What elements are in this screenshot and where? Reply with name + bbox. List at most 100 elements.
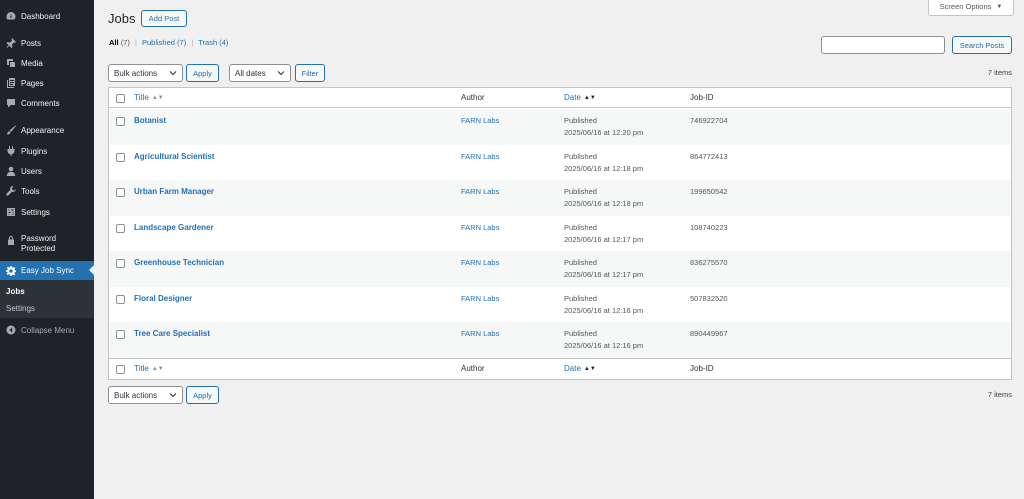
table-row: Landscape Gardener FARN Labs Published 2… [109,216,1011,252]
pin-icon [5,38,16,49]
sidebar-item-label: Pages [21,78,44,88]
search-input[interactable] [821,36,945,54]
dashboard-icon [5,11,16,22]
sort-desc-icon: ▲▼ [583,95,596,101]
column-title-header[interactable]: Title ▲▼ [134,93,164,102]
items-count-bottom: 7 items [987,390,1012,399]
author-link[interactable]: FARN Labs [461,294,499,303]
sidebar-item-users[interactable]: Users [0,162,94,180]
sidebar-item-plugins[interactable]: Plugins [0,142,94,160]
column-jobid-footer: Job-ID [690,364,714,373]
select-all-checkbox-footer[interactable] [116,365,125,374]
column-date-footer[interactable]: Date ▲▼ [564,364,596,373]
gear-icon [5,265,16,276]
sidebar-item-label: Easy Job Sync [21,266,74,275]
media-icon [5,58,16,69]
bulk-actions-select-top[interactable]: Bulk actions [108,64,183,82]
post-date: 2025/06/16 at 12:20 pm [564,128,644,137]
row-checkbox[interactable] [116,152,125,162]
job-title-link[interactable]: Tree Care Specialist [134,329,210,338]
view-trash-link[interactable]: Trash (4) [198,38,228,47]
brush-icon [5,125,16,136]
row-checkbox[interactable] [116,330,125,339]
submenu-item-jobs[interactable]: Jobs [6,287,25,296]
row-checkbox[interactable] [116,223,125,233]
job-title-link[interactable]: Landscape Gardener [134,223,214,232]
admin-sidebar: Dashboard Posts Media Pages Comments App… [0,0,94,499]
post-date: 2025/06/16 at 12:18 pm [564,163,644,173]
apply-button-bottom[interactable]: Apply [186,386,219,404]
sidebar-item-label: Posts [21,38,42,48]
collapse-menu-button[interactable]: Collapse Menu [0,321,94,339]
post-date: 2025/06/16 at 12:18 pm [564,199,644,208]
column-author-header: Author [461,93,485,102]
post-date: 2025/06/16 at 12:16 pm [564,341,644,350]
job-id: 199650542 [690,187,728,196]
separator: | [191,38,194,47]
table-row: Floral Designer FARN Labs Published 2025… [109,287,1011,323]
bulk-actions-select-bottom[interactable]: Bulk actions [108,386,183,404]
view-published-link[interactable]: Published (7) [142,38,186,47]
submenu-item-settings[interactable]: Settings [6,304,35,313]
author-link[interactable]: FARN Labs [461,329,499,338]
column-title-footer[interactable]: Title ▲▼ [134,364,164,373]
author-link[interactable]: FARN Labs [461,258,499,267]
job-title-link[interactable]: Greenhouse Technician [134,258,224,267]
sidebar-item-settings[interactable]: Settings [0,203,94,221]
select-all-checkbox[interactable] [116,94,125,103]
search-posts-button[interactable]: Search Posts [952,36,1012,54]
job-id: 890449967 [690,329,728,338]
row-checkbox[interactable] [116,188,125,197]
collapse-menu-label: Collapse Menu [21,325,75,335]
jobs-table: Title ▲▼ Author Date ▲▼ Job-ID Botanist FA… [108,87,1012,380]
author-link[interactable]: FARN Labs [461,223,499,232]
row-checkbox[interactable] [116,259,125,268]
wrench-icon [5,186,16,197]
post-status: Published [564,293,597,303]
column-date-header[interactable]: Date ▲▼ [564,93,596,102]
author-link[interactable]: FARN Labs [461,152,499,161]
job-title-link[interactable]: Urban Farm Manager [134,187,214,196]
job-id: 746922704 [690,116,728,125]
page-title: Jobs [108,11,136,26]
job-title-link[interactable]: Agricultural Scientist [134,152,214,161]
apply-button-top[interactable]: Apply [186,64,219,82]
job-id: 836275570 [690,258,728,267]
job-title-link[interactable]: Floral Designer [134,294,192,303]
post-status: Published [564,222,597,232]
user-icon [5,166,16,177]
view-all-link[interactable]: All [109,38,119,47]
chevron-down-icon [169,71,177,76]
sidebar-item-comments[interactable]: Comments [0,94,94,112]
author-link[interactable]: FARN Labs [461,116,499,125]
row-checkbox[interactable] [116,294,125,304]
post-status: Published [564,329,597,338]
sidebar-item-label: Users [21,166,42,176]
post-date: 2025/06/16 at 12:16 pm [564,305,644,315]
separator: | [134,38,137,47]
table-row: Tree Care Specialist FARN Labs Published… [109,322,1011,358]
sidebar-item-appearance[interactable]: Appearance [0,121,94,139]
table-row: Greenhouse Technician FARN Labs Publishe… [109,251,1011,287]
sidebar-item-pages[interactable]: Pages [0,74,94,92]
author-link[interactable]: FARN Labs [461,187,499,196]
bulk-actions-label: Bulk actions [114,390,158,400]
row-checkbox[interactable] [116,117,125,126]
dates-filter-label: All dates [235,68,266,78]
sort-icon: ▲▼ [151,366,164,372]
dates-filter-select[interactable]: All dates [229,64,291,82]
sidebar-item-easy-job-sync[interactable]: Easy Job Sync [0,261,94,280]
sidebar-item-label: Plugins [21,146,48,156]
sidebar-item-tools[interactable]: Tools [0,182,94,200]
sidebar-item-dashboard[interactable]: Dashboard [0,7,94,25]
lock-icon [5,234,16,245]
sidebar-item-media[interactable]: Media [0,54,94,72]
sidebar-item-password-protected[interactable]: Password Protected [0,234,94,258]
add-post-button[interactable]: Add Post [141,10,187,27]
post-date: 2025/06/16 at 12:17 pm [564,270,644,279]
plugin-icon [5,146,16,157]
filter-button[interactable]: Filter [295,64,325,82]
job-title-link[interactable]: Botanist [134,116,166,125]
screen-options-button[interactable]: Screen Options ▼ [928,0,1014,16]
sidebar-item-posts[interactable]: Posts [0,34,94,52]
